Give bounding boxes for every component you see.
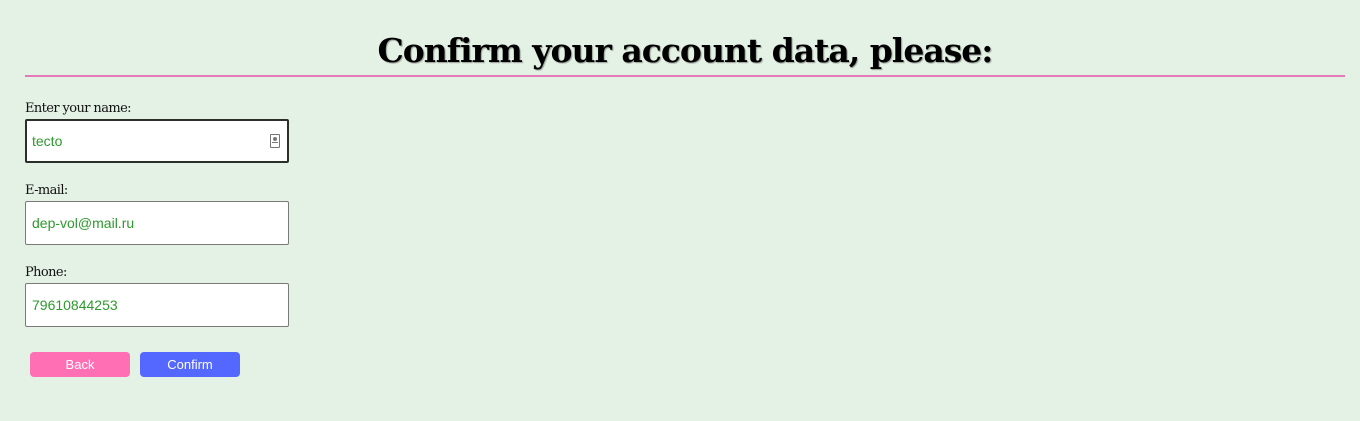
confirm-button[interactable]: Confirm	[140, 352, 240, 377]
phone-label: Phone:	[25, 265, 67, 280]
title-divider	[25, 75, 1345, 77]
back-button[interactable]: Back	[30, 352, 130, 377]
email-input[interactable]	[26, 202, 246, 244]
name-field[interactable]	[25, 119, 289, 163]
phone-field[interactable]	[25, 283, 289, 327]
name-label: Enter your name:	[25, 101, 132, 116]
phone-input[interactable]	[26, 284, 246, 326]
confirm-account-page: Confirm your account data, please: Enter…	[0, 0, 1360, 421]
page-title: Confirm your account data, please:	[377, 31, 994, 70]
name-input[interactable]	[27, 121, 247, 161]
email-label: E-mail:	[25, 183, 68, 198]
contact-autofill-icon[interactable]	[270, 134, 280, 148]
email-field[interactable]	[25, 201, 289, 245]
